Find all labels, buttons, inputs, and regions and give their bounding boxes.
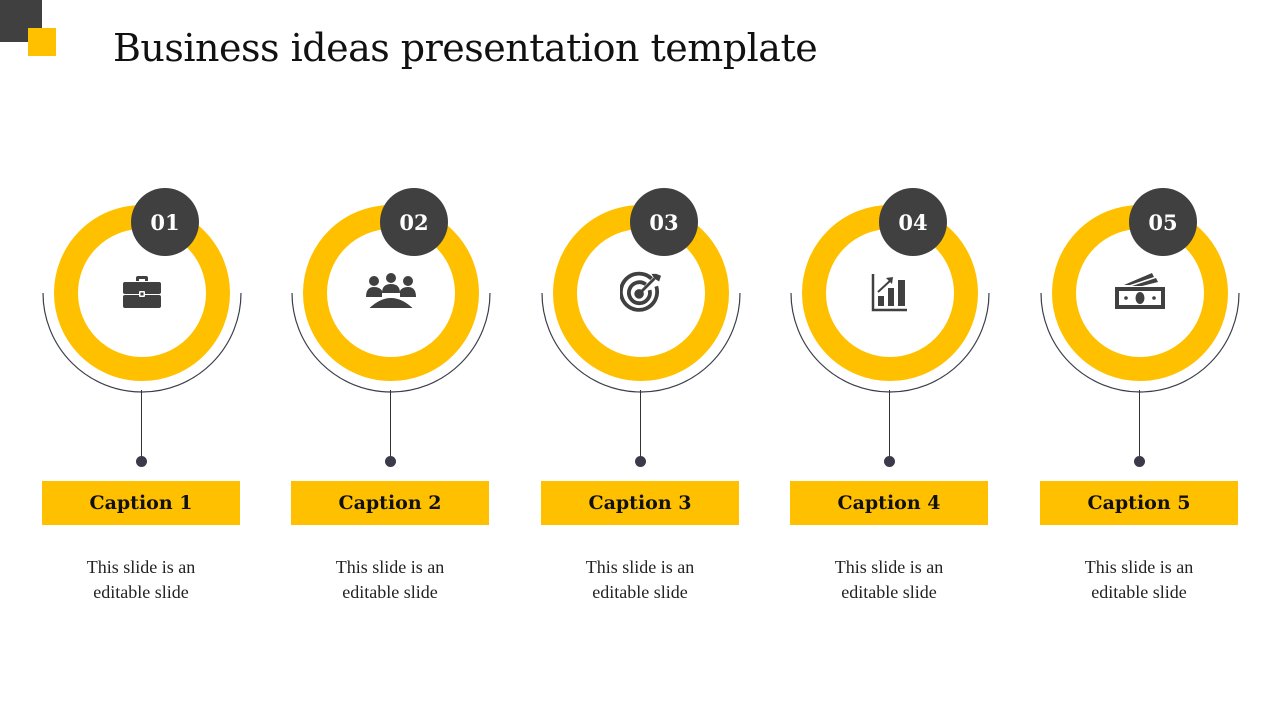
- briefcase-icon: [121, 268, 163, 316]
- caption-box: Caption 1: [42, 481, 240, 525]
- team-meeting-icon: [364, 268, 418, 316]
- money-icon: [1111, 268, 1169, 316]
- description-line: editable slide: [93, 582, 189, 602]
- connector-line: [390, 390, 391, 460]
- description-line: This slide is an: [834, 557, 944, 577]
- description-line: editable slide: [342, 582, 438, 602]
- description-line: editable slide: [841, 582, 937, 602]
- step-1: 01 Caption 1 This slide is an editable sl…: [25, 0, 275, 720]
- step-3: 03 Caption 3 This slide is an editable sl…: [524, 0, 774, 720]
- connector-dot: [635, 456, 646, 467]
- caption-box: Caption 2: [291, 481, 489, 525]
- connector-line: [640, 390, 641, 460]
- step-number-badge: 05: [1129, 188, 1197, 256]
- caption-box: Caption 4: [790, 481, 988, 525]
- connector-dot: [1134, 456, 1145, 467]
- description: This slide is an editable slide: [531, 555, 749, 605]
- description: This slide is an editable slide: [281, 555, 499, 605]
- description-line: This slide is an: [86, 557, 196, 577]
- description-line: This slide is an: [335, 557, 445, 577]
- target-icon: [620, 268, 662, 316]
- connector-line: [141, 390, 142, 460]
- caption-box: Caption 5: [1040, 481, 1238, 525]
- description: This slide is an editable slide: [1030, 555, 1248, 605]
- description-line: This slide is an: [585, 557, 695, 577]
- connector-line: [889, 390, 890, 460]
- description: This slide is an editable slide: [32, 555, 250, 605]
- step-2: 02 Caption 2 This slide is an editable sl…: [274, 0, 524, 720]
- step-number-badge: 02: [380, 188, 448, 256]
- connector-dot: [385, 456, 396, 467]
- step-number-badge: 01: [131, 188, 199, 256]
- description: This slide is an editable slide: [780, 555, 998, 605]
- step-4: 04 Caption 4 This slide is an editable sl…: [773, 0, 1023, 720]
- step-number-badge: 04: [879, 188, 947, 256]
- connector-line: [1139, 390, 1140, 460]
- description-line: This slide is an: [1084, 557, 1194, 577]
- description-line: editable slide: [1091, 582, 1187, 602]
- caption-box: Caption 3: [541, 481, 739, 525]
- connector-dot: [884, 456, 895, 467]
- growth-chart-icon: [869, 268, 911, 316]
- step-number-badge: 03: [630, 188, 698, 256]
- step-5: 05 Caption 5 This slide is an editable sl…: [1023, 0, 1273, 720]
- connector-dot: [136, 456, 147, 467]
- description-line: editable slide: [592, 582, 688, 602]
